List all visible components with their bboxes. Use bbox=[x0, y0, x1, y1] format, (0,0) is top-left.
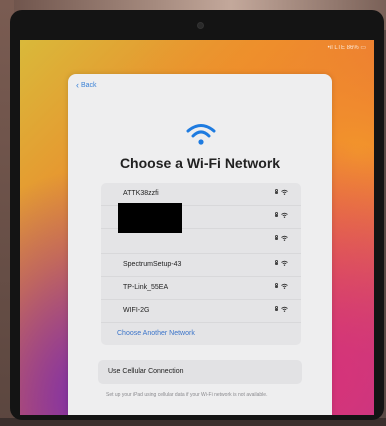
network-name: ATTK38zzfi bbox=[123, 190, 159, 197]
lock-icon bbox=[275, 189, 278, 194]
lock-icon bbox=[275, 212, 278, 217]
network-row[interactable]: SpectrumSetup-43 bbox=[101, 254, 301, 277]
chevron-left-icon: ‹ bbox=[76, 80, 79, 90]
network-list: ATTK38zzfi SpectrumSetup-43 TP-Link_55EA… bbox=[101, 183, 301, 345]
wifi-signal-icon bbox=[281, 283, 288, 289]
status-bar: •ıl LTE 86% ▭ bbox=[327, 45, 366, 51]
network-row[interactable] bbox=[101, 203, 301, 233]
wifi-signal-icon bbox=[281, 306, 288, 312]
back-label: Back bbox=[81, 82, 97, 89]
use-cellular-label: Use Cellular Connection bbox=[108, 368, 184, 375]
use-cellular-button[interactable]: Use Cellular Connection bbox=[98, 360, 302, 384]
wifi-signal-icon bbox=[281, 212, 288, 218]
back-button[interactable]: ‹ Back bbox=[76, 80, 97, 90]
lock-icon bbox=[275, 235, 278, 240]
front-camera bbox=[197, 22, 204, 29]
redaction-box bbox=[118, 203, 182, 233]
wifi-signal-icon bbox=[281, 189, 288, 195]
lock-icon bbox=[275, 260, 278, 265]
choose-another-network-button[interactable]: Choose Another Network bbox=[101, 323, 301, 345]
network-name: WIFI-2G bbox=[123, 307, 150, 314]
lock-icon bbox=[275, 306, 278, 311]
network-row[interactable]: TP-Link_55EA bbox=[101, 277, 301, 300]
page-title: Choose a Wi-Fi Network bbox=[119, 155, 281, 171]
wifi-icon bbox=[186, 124, 216, 145]
network-name: TP-Link_55EA bbox=[123, 284, 169, 291]
wifi-signal-icon bbox=[281, 235, 288, 241]
network-name: SpectrumSetup-43 bbox=[123, 261, 182, 268]
network-row[interactable]: WIFI-2G bbox=[101, 300, 301, 323]
choose-another-label: Choose Another Network bbox=[117, 330, 195, 337]
wifi-signal-icon bbox=[281, 260, 288, 266]
ipad-screen: •ıl LTE 86% ▭ ‹ Back Choose a Wi-Fi Netw… bbox=[20, 40, 374, 415]
setup-sheet: ‹ Back Choose a Wi-Fi Network ATTK38zzfi bbox=[68, 74, 332, 415]
lock-icon bbox=[275, 283, 278, 288]
cellular-note: Set up your iPad using cellular data if … bbox=[106, 392, 268, 398]
